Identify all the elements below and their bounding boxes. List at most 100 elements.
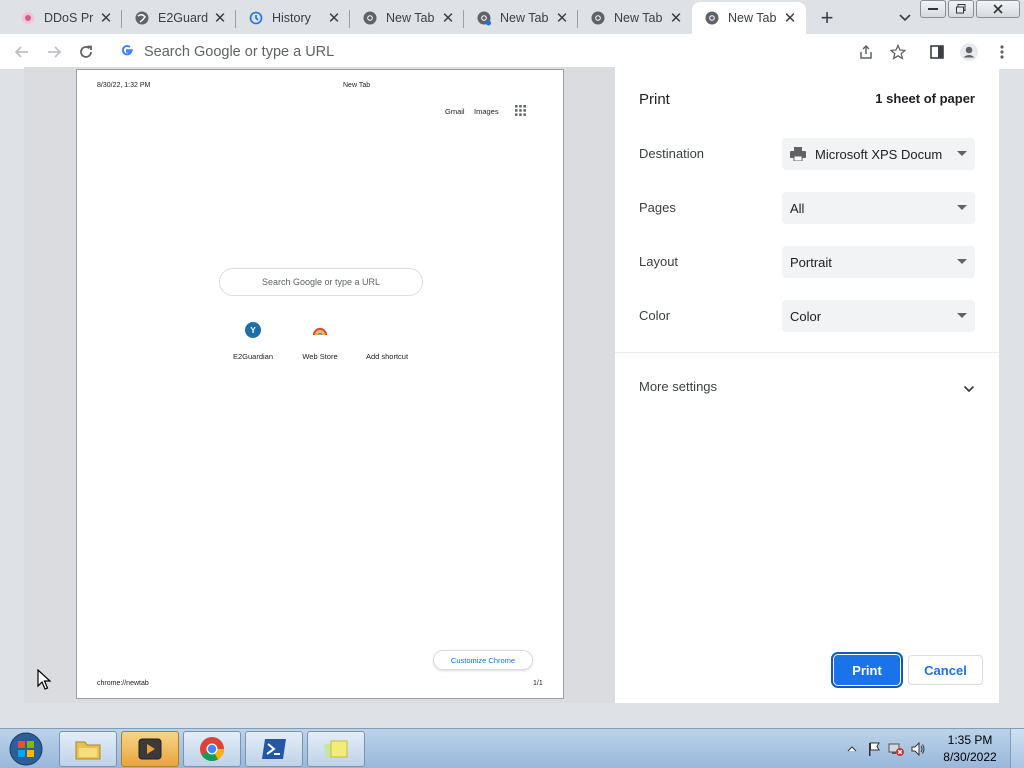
- folder-icon: [75, 741, 101, 760]
- start-button[interactable]: [6, 731, 46, 767]
- close-icon[interactable]: ✕: [326, 10, 342, 27]
- chrome-icon: [476, 10, 492, 26]
- reload-button[interactable]: [74, 40, 98, 64]
- minimize-button[interactable]: [920, 0, 946, 18]
- destination-select[interactable]: Microsoft XPS Docum: [782, 138, 975, 170]
- destination-row: Destination Microsoft XPS Docum: [639, 138, 975, 170]
- pages-row: Pages All: [639, 192, 975, 224]
- taskbar-media-player[interactable]: [121, 731, 179, 767]
- show-desktop-button[interactable]: [1010, 729, 1024, 768]
- print-button[interactable]: Print: [831, 652, 903, 688]
- preview-search-box: Search Google or type a URL: [219, 268, 423, 296]
- cancel-button[interactable]: Cancel: [908, 655, 983, 685]
- tab-search-chevron-icon[interactable]: [895, 8, 915, 28]
- printer-icon: [790, 147, 806, 161]
- color-row: Color Color: [639, 300, 975, 332]
- taskbar-powershell[interactable]: [245, 731, 303, 767]
- close-icon[interactable]: ✕: [668, 10, 684, 27]
- close-icon[interactable]: ✕: [782, 10, 798, 27]
- chrome-icon: [362, 10, 378, 26]
- bookmark-star-icon[interactable]: [888, 42, 908, 62]
- color-select[interactable]: Color: [782, 300, 975, 332]
- taskbar-clock[interactable]: 1:35 PM 8/30/2022: [930, 732, 1010, 766]
- color-value: Color: [790, 308, 822, 324]
- windows-taskbar: 1:35 PM 8/30/2022: [0, 728, 1024, 768]
- taskbar-chrome[interactable]: [183, 731, 241, 767]
- restore-button[interactable]: [948, 0, 974, 18]
- network-disconnected-icon[interactable]: [888, 741, 904, 757]
- close-icon[interactable]: ✕: [98, 10, 114, 27]
- more-settings-toggle[interactable]: More settings: [639, 379, 975, 399]
- menu-kebab-icon[interactable]: [992, 42, 1012, 62]
- side-panel-icon[interactable]: [927, 42, 947, 62]
- preview-footer-url: chrome://newtab: [97, 680, 149, 687]
- forward-button[interactable]: [42, 40, 66, 64]
- layout-select[interactable]: Portrait: [782, 246, 975, 278]
- chrome-icon: [704, 10, 720, 26]
- webstore-icon: [312, 322, 328, 338]
- sticky-notes-icon: [323, 740, 348, 759]
- tab-newtab-3[interactable]: New Tab ✕: [578, 2, 692, 34]
- pages-label: Pages: [639, 200, 676, 215]
- preview-customize-chrome: Customize Chrome: [433, 650, 533, 670]
- forward-arrow-icon: [48, 46, 62, 58]
- close-icon[interactable]: ✕: [440, 10, 456, 27]
- address-bar[interactable]: Search Google or type a URL: [108, 37, 916, 67]
- tab-title: DDoS Pr: [44, 11, 94, 25]
- address-placeholder: Search Google or type a URL: [144, 44, 335, 60]
- close-window-button[interactable]: [976, 0, 1020, 18]
- tab-e2guardian[interactable]: E2Guardi ✕: [122, 2, 236, 34]
- sheet-count: 1 sheet of paper: [875, 91, 975, 106]
- shortcut-label: Add shortcut: [365, 352, 409, 361]
- dropdown-arrow-icon: [957, 151, 967, 156]
- show-hidden-icons-icon[interactable]: [844, 746, 860, 752]
- profile-avatar-icon[interactable]: [959, 42, 979, 62]
- color-label: Color: [639, 308, 671, 323]
- windows-logo-icon: [9, 732, 43, 766]
- print-preview-area: 8/30/22, 1:32 PM New Tab Gmail Images Se…: [24, 67, 615, 703]
- taskbar-sticky-notes[interactable]: [307, 731, 365, 767]
- tab-history[interactable]: History ✕: [236, 2, 350, 34]
- clock-date: 8/30/2022: [943, 750, 997, 764]
- back-arrow-icon: [14, 46, 28, 58]
- action-center-flag-icon[interactable]: [866, 741, 882, 757]
- clock-time: 1:35 PM: [947, 733, 993, 747]
- volume-icon[interactable]: [910, 741, 926, 757]
- tab-title: E2Guardi: [158, 11, 208, 25]
- print-title: Print: [639, 91, 670, 108]
- preview-shortcut-e2guardian: Y E2Guardian: [218, 322, 288, 361]
- ddos-favicon-icon: [20, 10, 36, 26]
- layout-row: Layout Portrait: [639, 246, 975, 278]
- shortcut-label: E2Guardian: [232, 352, 274, 361]
- tab-title: New Tab: [614, 11, 663, 25]
- history-icon: [248, 10, 264, 26]
- shortcut-label: Web Store: [302, 352, 338, 361]
- taskbar-file-explorer[interactable]: [59, 731, 117, 767]
- close-icon[interactable]: ✕: [212, 10, 228, 27]
- pages-select[interactable]: All: [782, 192, 975, 224]
- destination-label: Destination: [639, 146, 705, 161]
- tab-newtab-2[interactable]: New Tab ✕: [464, 2, 578, 34]
- dropdown-arrow-icon: [957, 259, 967, 264]
- preview-shortcut-add: Add shortcut: [352, 322, 422, 361]
- tab-newtab-active[interactable]: New Tab ✕: [692, 2, 806, 34]
- browser-toolbar: Search Google or type a URL: [0, 34, 1024, 70]
- system-tray: 1:35 PM 8/30/2022: [844, 729, 1024, 768]
- tab-title: New Tab: [500, 11, 549, 25]
- google-g-icon: [120, 43, 134, 62]
- back-button[interactable]: [10, 40, 34, 64]
- apps-grid-icon: [515, 105, 526, 118]
- add-shortcut-icon: [379, 322, 395, 338]
- panel-divider: [615, 352, 999, 353]
- tab-ddos[interactable]: DDoS Pr ✕: [8, 2, 122, 34]
- tab-newtab-1[interactable]: New Tab ✕: [350, 2, 464, 34]
- share-icon[interactable]: [856, 42, 876, 62]
- media-player-icon: [138, 738, 162, 760]
- window-controls: [920, 0, 1020, 18]
- close-icon[interactable]: ✕: [554, 10, 570, 27]
- new-tab-button[interactable]: +: [815, 5, 839, 30]
- more-settings-label: More settings: [639, 379, 718, 394]
- chevron-down-icon: [963, 381, 975, 396]
- preview-gmail-link: Gmail: [445, 107, 465, 116]
- print-settings-panel: Print 1 sheet of paper Destination Micro…: [615, 67, 999, 703]
